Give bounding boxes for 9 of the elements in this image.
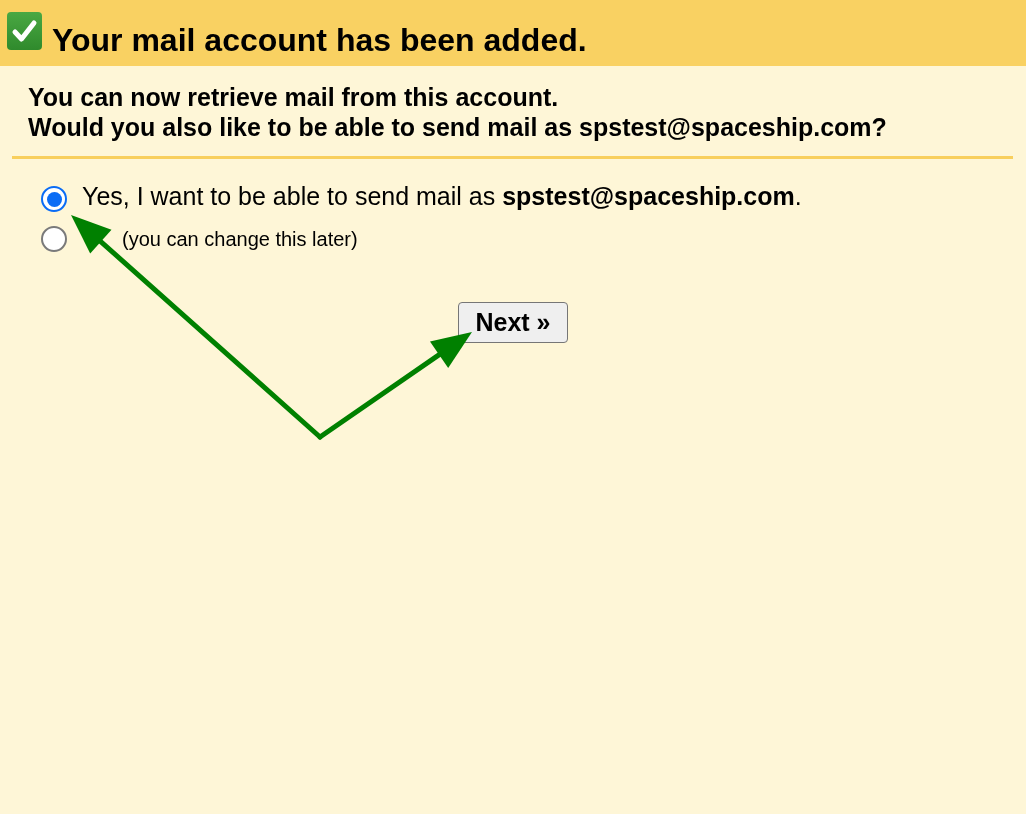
next-button[interactable]: Next » xyxy=(458,302,568,343)
banner-title: Your mail account has been added. xyxy=(52,24,587,56)
radio-button[interactable] xyxy=(41,226,67,252)
message-text: Would you also like to be able to send mail as spstest@spaceship.com? xyxy=(28,112,888,142)
radio-label[interactable]: Yes, I want to be able to send mail as spstest@spaceship.com. xyxy=(82,181,802,211)
message-text: You can now retrieve mail from this account. xyxy=(28,82,560,112)
check-icon xyxy=(7,12,42,50)
radio-label[interactable]: (you can change this later) xyxy=(122,224,358,254)
radio-button[interactable] xyxy=(41,186,67,212)
